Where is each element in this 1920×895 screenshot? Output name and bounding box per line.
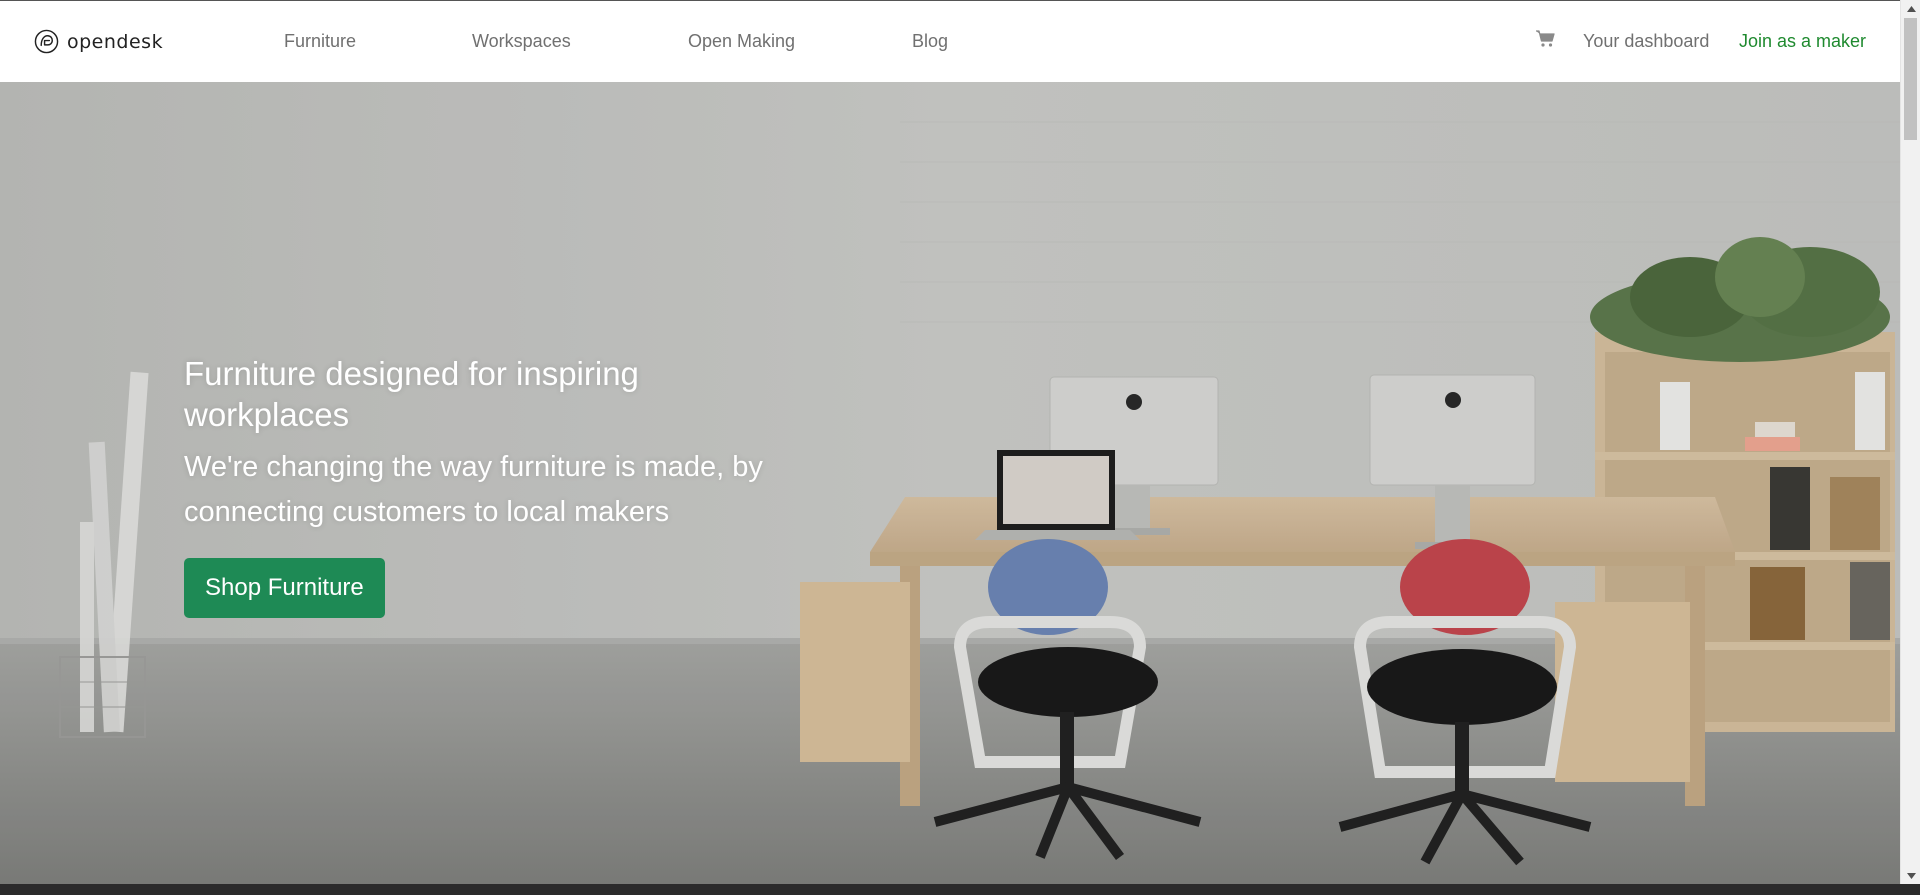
scrollbar-thumb[interactable] (1904, 18, 1917, 140)
nav-item-blog[interactable]: Blog (912, 31, 948, 52)
nav-item-furniture[interactable]: Furniture (284, 31, 356, 52)
nav-item-workspaces[interactable]: Workspaces (472, 31, 571, 52)
dashboard-link[interactable]: Your dashboard (1583, 31, 1709, 52)
shopping-cart-icon[interactable] (1535, 28, 1557, 50)
scroll-down-arrow-icon[interactable] (1901, 867, 1920, 884)
shop-furniture-button[interactable]: Shop Furniture (184, 558, 385, 618)
join-as-maker-link[interactable]: Join as a maker (1739, 31, 1866, 52)
window-bottom-edge (0, 884, 1920, 895)
site-header: opendesk Furniture Workspaces Open Makin… (0, 1, 1900, 82)
hero-title: Furniture designed for inspiring workpla… (184, 355, 639, 433)
browser-viewport: opendesk Furniture Workspaces Open Makin… (0, 0, 1900, 884)
scroll-up-arrow-icon[interactable] (1901, 0, 1920, 17)
page-scrollbar[interactable] (1900, 0, 1920, 884)
hero-section: Furniture designed for inspiring workpla… (0, 82, 1900, 884)
nav-item-open-making[interactable]: Open Making (688, 31, 795, 52)
opendesk-logo-icon (34, 29, 59, 54)
logo-link[interactable]: opendesk (34, 29, 163, 54)
hero-subtitle: We're changing the way furniture is made… (184, 451, 763, 528)
hero-copy: Furniture designed for inspiring workpla… (184, 353, 824, 618)
brand-name: opendesk (67, 30, 164, 53)
